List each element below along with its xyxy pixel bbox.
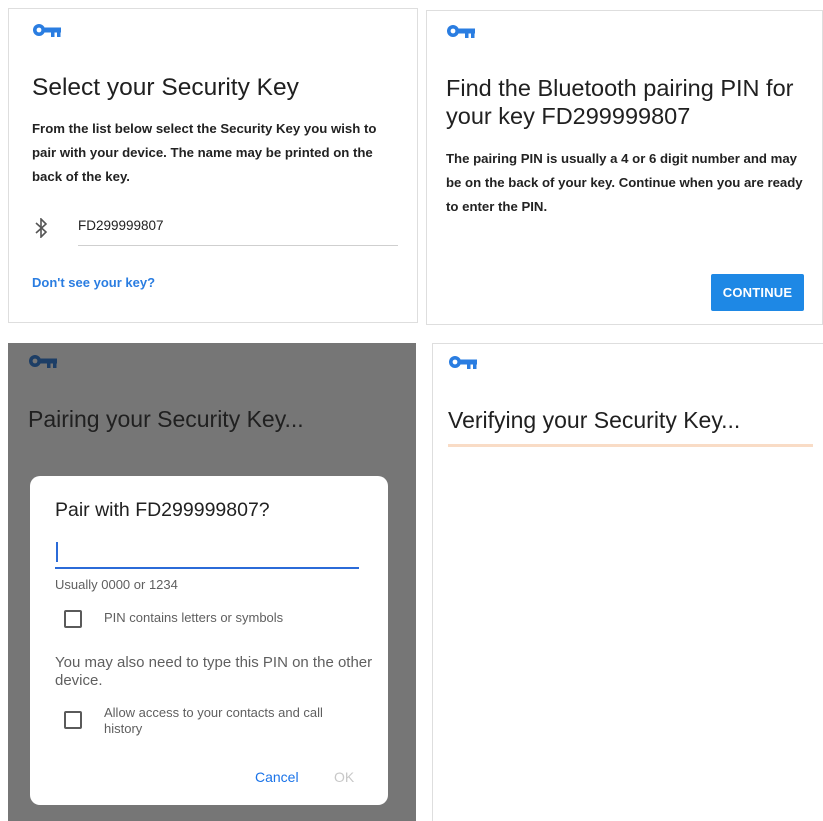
device-list-item[interactable]: FD299999807: [30, 214, 398, 250]
instructions-text: From the list below select the Security …: [32, 121, 377, 184]
key-icon: [32, 22, 62, 38]
page-title: Pairing your Security Key...: [28, 406, 304, 432]
key-icon: [446, 23, 476, 39]
continue-button[interactable]: CONTINUE: [711, 274, 804, 311]
letters-symbols-label: PIN contains letters or symbols: [104, 610, 284, 625]
pair-dialog: Pair with FD299999807? Usually 0000 or 1…: [30, 476, 388, 805]
verify-panel: Verifying your Security Key...: [432, 343, 823, 821]
page-title: Find the Bluetooth pairing PIN for your …: [446, 75, 794, 129]
contacts-access-label: Allow access to your contacts and call h…: [104, 705, 323, 736]
pin-input[interactable]: [55, 567, 359, 569]
divider: [78, 245, 398, 246]
cancel-button[interactable]: Cancel: [255, 769, 299, 785]
bluetooth-icon: [34, 217, 48, 239]
text-cursor: [56, 542, 58, 562]
dont-see-key-link[interactable]: Don't see your key?: [32, 275, 155, 290]
contacts-access-checkbox[interactable]: [64, 711, 82, 729]
ok-button[interactable]: OK: [334, 769, 354, 785]
page-title: Verifying your Security Key...: [448, 407, 741, 433]
page-title: Select your Security Key: [32, 74, 299, 101]
pin-hint: Usually 0000 or 1234: [55, 577, 178, 592]
progress-bar: [448, 444, 813, 447]
find-pin-panel: Find the Bluetooth pairing PIN for your …: [426, 10, 823, 325]
pairing-panel: Pairing your Security Key... Pair with F…: [8, 343, 416, 821]
key-icon: [28, 353, 58, 369]
letters-symbols-checkbox[interactable]: [64, 610, 82, 628]
key-icon: [448, 354, 478, 370]
instructions-text: The pairing PIN is usually a 4 or 6 digi…: [446, 151, 803, 214]
select-key-panel: Select your Security Key From the list b…: [8, 8, 418, 323]
dialog-note: You may also need to type this PIN on th…: [55, 654, 373, 689]
device-name: FD299999807: [78, 218, 164, 233]
dialog-title: Pair with FD299999807?: [55, 499, 270, 521]
